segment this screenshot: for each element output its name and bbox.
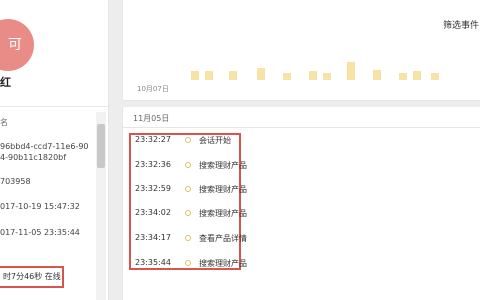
event-name: 搜索理财产品 <box>199 185 247 194</box>
event-name: 搜索理财产品 <box>199 209 247 218</box>
event-time: 23:32:36 <box>135 160 171 169</box>
event-time: 23:34:02 <box>135 208 171 217</box>
event-timeline: 11月05日 23:32:27 会话开始 23:32:36 搜索理财产品 23:32:5… <box>122 107 480 300</box>
activity-card: 筛选事件 10月07日 <box>122 0 480 101</box>
event-time: 23:32:27 <box>135 135 171 144</box>
event-name: 查看产品详情 <box>199 234 247 243</box>
info-first-visit: 017-10-19 15:47:32 <box>0 202 80 211</box>
info-label: 名 <box>0 118 8 127</box>
event-name: 搜索理财产品 <box>199 259 247 268</box>
activity-bar <box>413 71 421 80</box>
activity-bar <box>347 62 355 80</box>
timeline-dot-icon <box>185 210 191 216</box>
profile-panel: 可 红 名 96bbd4-ccd7-11e6-90 4-90b11c1820bf… <box>0 0 109 300</box>
event-name: 搜索理财产品 <box>199 161 247 170</box>
activity-bar <box>283 73 291 80</box>
filter-events-button[interactable]: 筛选事件 <box>443 18 479 31</box>
event-time: 23:35:44 <box>135 258 171 267</box>
activity-bar <box>205 71 213 80</box>
activity-bar <box>191 71 199 80</box>
divider <box>0 106 108 107</box>
activity-bar <box>323 73 331 80</box>
divider <box>123 127 480 128</box>
events-highlight-box <box>129 133 241 270</box>
activity-bar <box>257 68 265 80</box>
activity-bar <box>373 70 381 80</box>
avatar: 可 <box>0 19 34 71</box>
activity-bar <box>229 71 237 80</box>
timeline-dot-icon <box>185 260 191 266</box>
timeline-dot-icon <box>185 162 191 168</box>
axis-date-label: 10月07日 <box>137 85 169 93</box>
timeline-dot-icon <box>185 137 191 143</box>
timeline-dot-icon <box>185 235 191 241</box>
info-device-id-line2: 4-90b11c1820bf <box>0 153 67 162</box>
activity-bar <box>309 71 317 80</box>
info-device-id-line1: 96bbd4-ccd7-11e6-90 <box>0 142 89 151</box>
activity-bar <box>399 73 407 80</box>
scrollbar-thumb[interactable] <box>97 124 105 168</box>
username: 红 <box>0 76 11 89</box>
event-name: 会话开始 <box>199 136 231 145</box>
activity-bar <box>431 73 439 80</box>
online-status: 时7分46秒 在线 <box>0 266 64 288</box>
info-last-visit: 017-11-05 23:35:44 <box>0 228 80 237</box>
info-user-number: 703958 <box>0 177 31 186</box>
event-time: 23:32:59 <box>135 184 171 193</box>
timeline-date: 11月05日 <box>133 114 170 123</box>
timeline-dot-icon <box>185 186 191 192</box>
event-time: 23:34:17 <box>135 233 171 242</box>
